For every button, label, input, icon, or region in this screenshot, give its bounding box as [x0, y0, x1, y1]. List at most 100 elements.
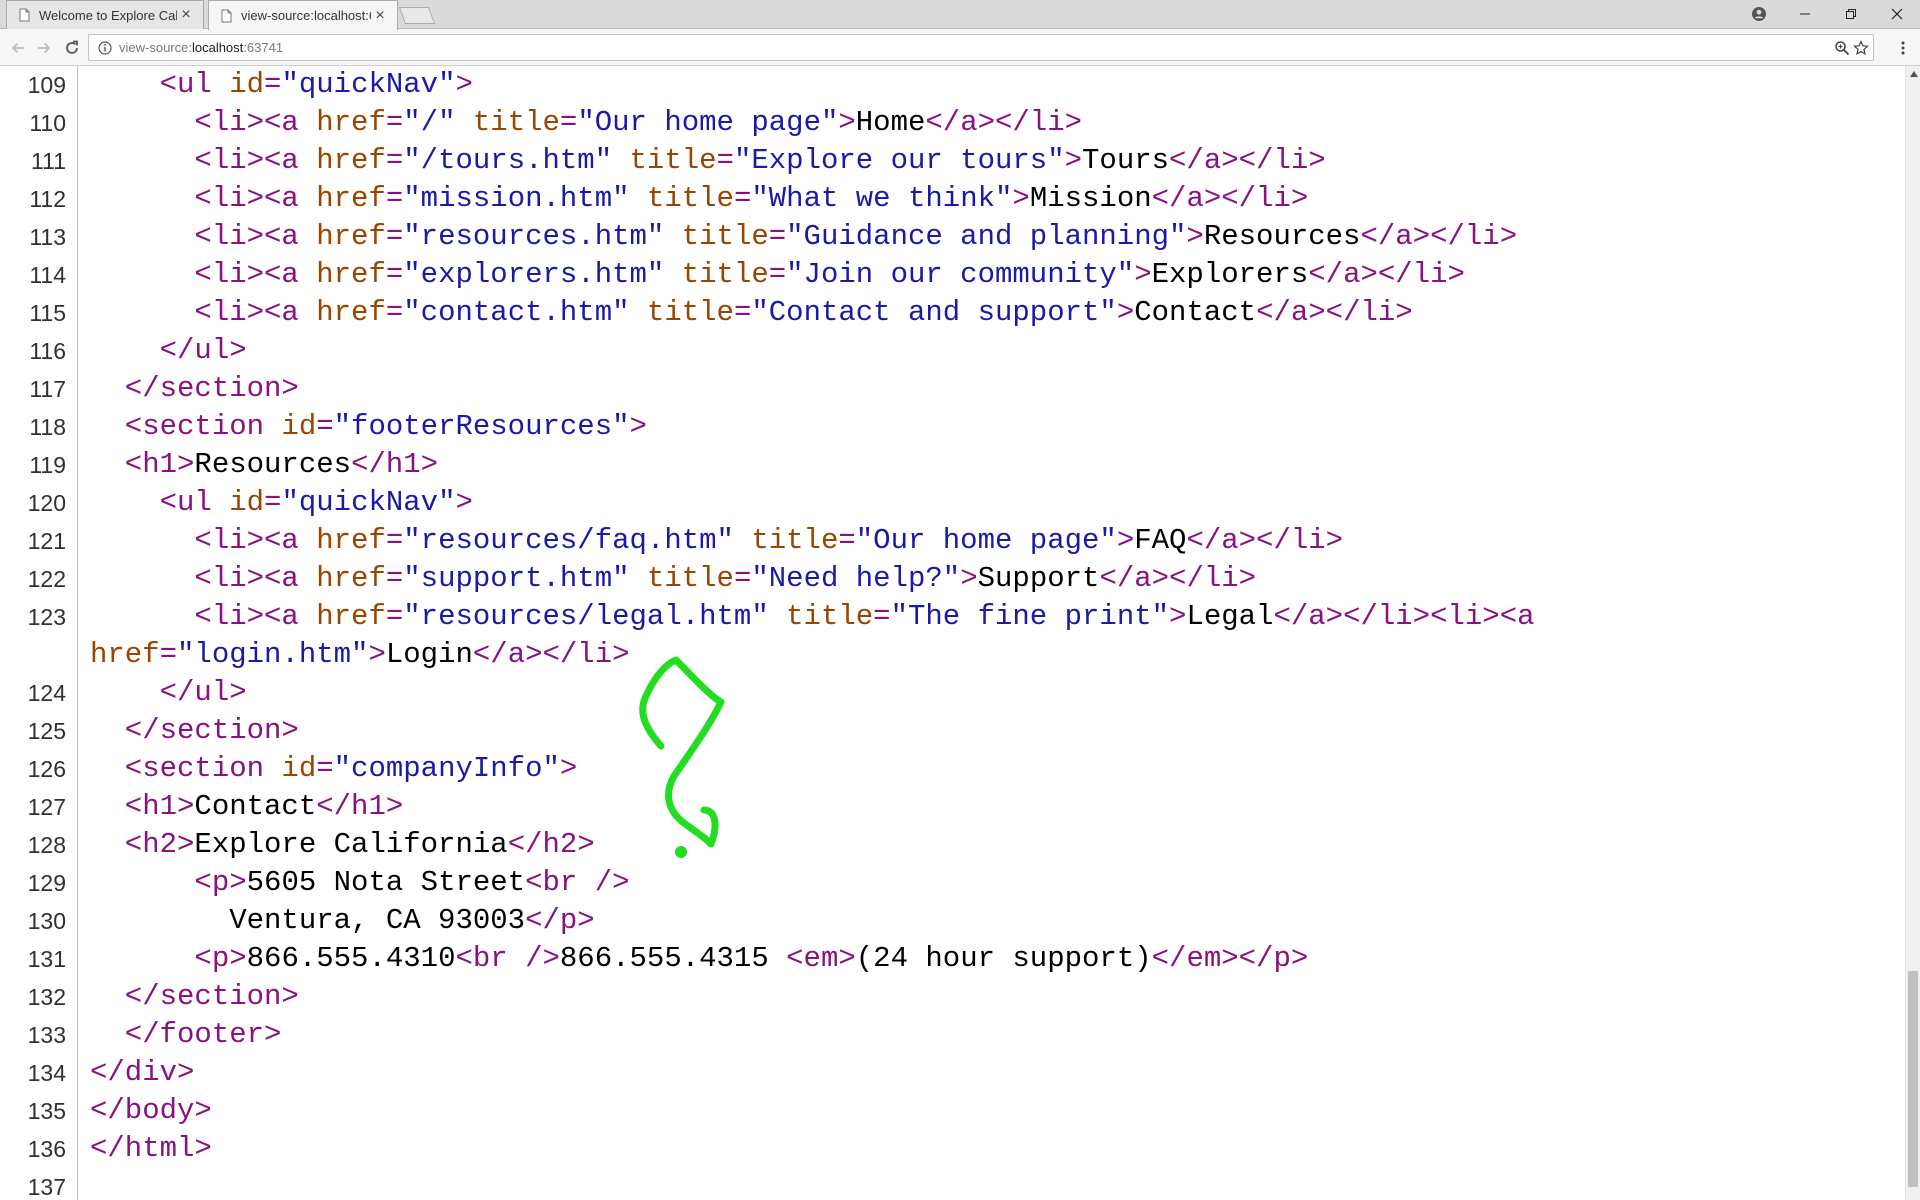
- code-token: "quickNav": [281, 486, 456, 519]
- code-token: >: [455, 486, 473, 519]
- code-token: =: [716, 144, 734, 177]
- tab-welcome[interactable]: Welcome to Explore Cali ×: [6, 0, 204, 29]
- code-token: Login: [385, 638, 473, 671]
- code-token: </a></li>: [1256, 296, 1413, 329]
- code-token: "resources.htm": [403, 220, 665, 253]
- code-token: "The fine print": [890, 600, 1170, 633]
- line-number: 128: [27, 832, 66, 858]
- code-token: "Contact and support": [751, 296, 1117, 329]
- profile-button[interactable]: [1736, 0, 1782, 28]
- code-token: "login.htm": [177, 638, 369, 671]
- code-token: =: [385, 600, 404, 633]
- forward-button[interactable]: [32, 36, 56, 60]
- source-view[interactable]: 109 110 111 112 113 114 115 116 117 118 119 120 121 1…: [0, 66, 1905, 1200]
- code-token: title: [786, 600, 874, 633]
- scrollbar-thumb[interactable]: [1908, 971, 1918, 1187]
- code-token: </a></li>: [1169, 144, 1326, 177]
- code-token: <li><a: [90, 182, 317, 215]
- code-token: <section: [90, 752, 282, 785]
- code-token: >: [455, 68, 473, 101]
- code-token: Tours: [1082, 144, 1170, 177]
- code-token: "contact.htm": [403, 296, 630, 329]
- source-line: <section id="companyInfo">: [90, 750, 578, 788]
- code-token: </a></li><li><a: [1273, 600, 1535, 633]
- back-button[interactable]: [6, 36, 30, 60]
- code-token: <h1>: [90, 448, 195, 481]
- code-token: =: [264, 486, 282, 519]
- star-icon[interactable]: [1853, 40, 1869, 56]
- address-bar[interactable]: view-source:localhost:63741: [88, 34, 1874, 61]
- source-line: <li><a href="resources/legal.htm" title=…: [90, 598, 1535, 636]
- code-token: "Need help?": [751, 562, 961, 595]
- code-token: 5605 Nota Street: [246, 866, 526, 899]
- source-line: <li><a href="/tours.htm" title="Explore …: [90, 142, 1326, 180]
- code-token: href: [316, 562, 386, 595]
- code-token: =: [385, 106, 404, 139]
- line-number: 131: [27, 946, 66, 972]
- url-host: localhost: [191, 40, 244, 55]
- code-token: <li><a: [90, 296, 317, 329]
- source-line: <li><a href="support.htm" title="Need he…: [90, 560, 1256, 598]
- code-token: </a></li>: [472, 638, 630, 671]
- zoom-icon[interactable]: [1834, 40, 1850, 56]
- close-window-button[interactable]: [1874, 0, 1920, 28]
- code-token: "Join our community": [786, 258, 1135, 291]
- source-line: <li><a href="resources/faq.htm" title="O…: [90, 522, 1343, 560]
- code-token: <p>: [90, 942, 247, 975]
- code-token: href: [316, 220, 386, 253]
- code-token: =: [838, 524, 856, 557]
- page-icon: [221, 9, 232, 22]
- code-token: </ul>: [90, 334, 247, 367]
- line-number: 117: [29, 376, 66, 402]
- code-token: title: [629, 144, 717, 177]
- code-token: </h1>: [316, 790, 404, 823]
- code-token: Explorers: [1151, 258, 1309, 291]
- source-line: <li><a href="explorers.htm" title="Join …: [90, 256, 1465, 294]
- line-number: 119: [29, 452, 66, 478]
- code-token: =: [768, 258, 787, 291]
- code-token: >: [838, 106, 856, 139]
- tab-title: Welcome to Explore Cali: [39, 7, 177, 23]
- code-token: href: [316, 144, 386, 177]
- menu-button[interactable]: [1891, 36, 1915, 60]
- source-line: </section>: [90, 712, 299, 750]
- line-number: 130: [27, 908, 66, 934]
- info-icon[interactable]: [98, 41, 112, 55]
- triangle-up-icon: [1909, 70, 1918, 77]
- code-token: >: [629, 410, 647, 443]
- code-token: <li><a: [90, 106, 317, 139]
- code-token: </ul>: [90, 676, 247, 709]
- source-line: </div>: [90, 1054, 194, 1092]
- code-token: "explorers.htm": [403, 258, 665, 291]
- vertical-scrollbar[interactable]: [1905, 66, 1920, 1200]
- line-number: 126: [27, 756, 66, 782]
- url-text[interactable]: view-source:localhost:63741: [119, 40, 283, 55]
- minimize-button[interactable]: [1782, 0, 1828, 28]
- new-tab-button[interactable]: [398, 7, 436, 24]
- code-token: =: [264, 68, 282, 101]
- code-token: "What we think": [751, 182, 1013, 215]
- tab-view-source[interactable]: view-source:localhost:63 ×: [208, 0, 398, 30]
- restore-button[interactable]: [1828, 0, 1874, 28]
- restore-icon: [1846, 9, 1856, 19]
- close-icon[interactable]: ×: [177, 6, 195, 24]
- close-icon[interactable]: ×: [371, 7, 389, 25]
- source-line: <p>5605 Nota Street<br />: [90, 864, 629, 902]
- code-token: title: [646, 296, 734, 329]
- scroll-up-button[interactable]: [1906, 66, 1920, 81]
- code-token: >: [1169, 600, 1187, 633]
- code-token: "support.htm": [403, 562, 630, 595]
- reload-button[interactable]: [60, 36, 84, 60]
- line-number: [0, 636, 66, 674]
- url-scheme: view-source:: [119, 40, 192, 55]
- code-token: =: [733, 562, 752, 595]
- line-number: 125: [27, 718, 66, 744]
- line-number: 121: [27, 528, 66, 554]
- code-token: Legal: [1186, 600, 1274, 633]
- code-token: "Guidance and planning": [786, 220, 1187, 253]
- code-token: title: [646, 562, 734, 595]
- line-number: 129: [27, 870, 66, 896]
- line-number: 114: [29, 262, 66, 288]
